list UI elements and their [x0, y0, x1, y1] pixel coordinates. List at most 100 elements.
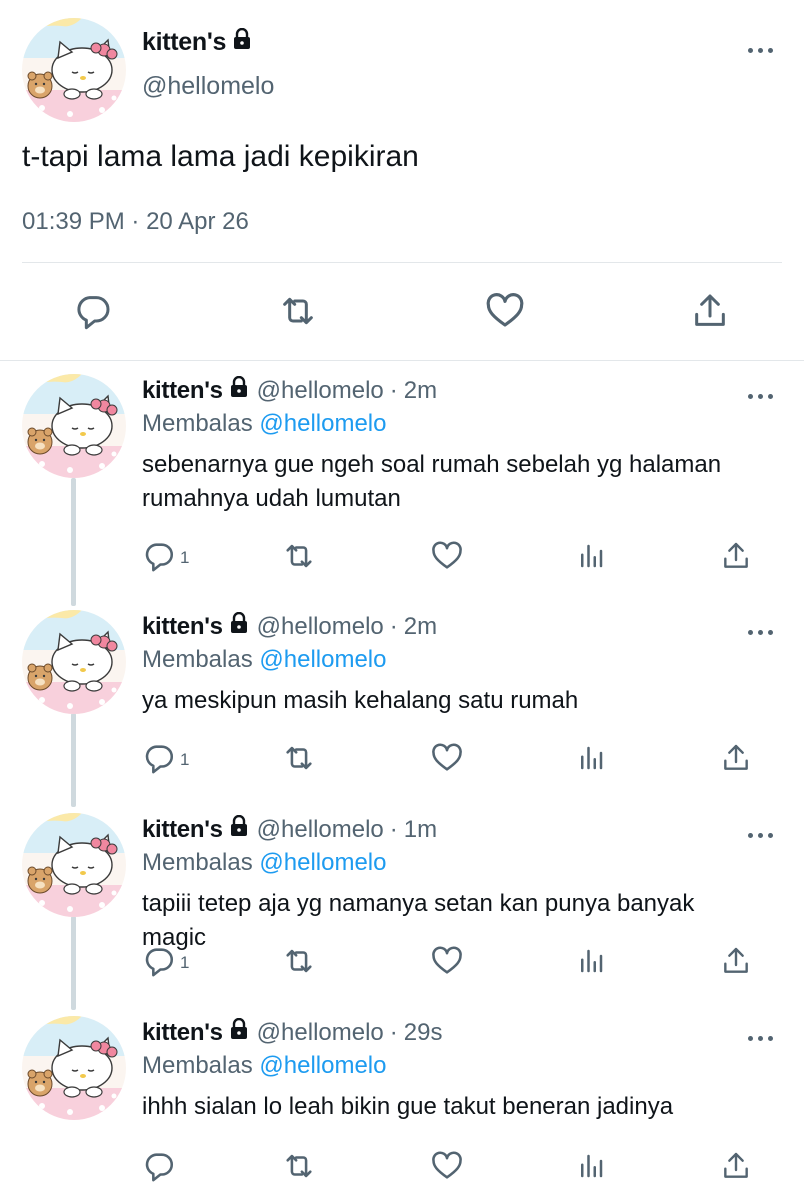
- reply-time[interactable]: 2m: [404, 377, 437, 405]
- reply-button[interactable]: [142, 1148, 180, 1188]
- reply-tweet[interactable]: kitten's @hellomelo · 29s Membalas @hell…: [0, 1006, 804, 1200]
- reply-tweet[interactable]: kitten's @hellomelo · 2m Membalas @hello…: [0, 364, 804, 604]
- reply-button[interactable]: 1: [142, 538, 189, 578]
- handle[interactable]: @hellomelo: [257, 377, 384, 405]
- analytics-button[interactable]: [576, 740, 606, 780]
- display-name-text[interactable]: kitten's: [142, 28, 226, 57]
- reply-tweet[interactable]: kitten's @hellomelo · 2m Membalas @hello…: [0, 600, 804, 808]
- replying-to: Membalas @hellomelo: [142, 1052, 386, 1080]
- reply-time[interactable]: 1m: [404, 816, 437, 844]
- more-icon[interactable]: [748, 386, 773, 404]
- analytics-button[interactable]: [576, 1148, 606, 1188]
- share-button[interactable]: [720, 943, 752, 983]
- like-button[interactable]: [430, 943, 464, 983]
- replying-to: Membalas @hellomelo: [142, 646, 386, 674]
- avatar[interactable]: [22, 813, 126, 917]
- display-name[interactable]: kitten's: [142, 377, 223, 405]
- like-button[interactable]: [478, 286, 532, 340]
- display-name[interactable]: kitten's: [142, 613, 223, 641]
- reply-button[interactable]: 1: [142, 740, 189, 780]
- lock-icon: [232, 28, 252, 57]
- reply-button[interactable]: 1: [142, 943, 189, 983]
- handle[interactable]: @hellomelo: [257, 1019, 384, 1047]
- reply-icon: [142, 1149, 176, 1188]
- lock-icon: [229, 1018, 249, 1047]
- share-button[interactable]: [720, 538, 752, 578]
- meta-separator: ·: [389, 612, 398, 640]
- tweet-timestamp[interactable]: 01:39 PM · 20 Apr 26: [22, 208, 249, 236]
- reply-count: 1: [180, 548, 190, 567]
- avatar[interactable]: [22, 374, 126, 478]
- divider: [0, 360, 804, 361]
- analytics-button[interactable]: [576, 538, 606, 578]
- like-icon: [430, 944, 464, 983]
- retweet-icon: [282, 539, 316, 578]
- mention-link[interactable]: @hellomelo: [259, 646, 386, 673]
- reply-time[interactable]: 29s: [404, 1019, 443, 1047]
- retweet-icon: [278, 291, 318, 336]
- replying-to: Membalas @hellomelo: [142, 849, 386, 877]
- retweet-button[interactable]: [282, 538, 316, 578]
- retweet-button[interactable]: [282, 943, 316, 983]
- reply-text: ihhh sialan lo leah bikin gue takut bene…: [142, 1093, 674, 1120]
- retweet-button[interactable]: [282, 740, 316, 780]
- avatar[interactable]: [22, 610, 126, 714]
- tweet-text: t-tapi lama lama jadi kepikiran: [22, 140, 419, 173]
- reply-header: kitten's @hellomelo · 2m: [142, 376, 437, 405]
- lock-icon: [229, 376, 249, 405]
- reply-time[interactable]: 2m: [404, 613, 437, 641]
- handle[interactable]: @hellomelo: [142, 72, 274, 101]
- reply-header: kitten's @hellomelo · 29s: [142, 1018, 442, 1047]
- tweet-actions: [0, 286, 804, 340]
- tweet-date: 20 Apr 26: [146, 208, 249, 235]
- display-name[interactable]: kitten's: [142, 816, 223, 844]
- mention-link[interactable]: @hellomelo: [259, 1052, 386, 1079]
- analytics-icon: [576, 541, 606, 576]
- reply-count: 1: [180, 750, 190, 769]
- avatar[interactable]: [22, 18, 126, 122]
- share-button[interactable]: [720, 740, 752, 780]
- share-icon: [690, 291, 730, 336]
- meta-separator: ·: [389, 815, 398, 843]
- reply-actions: 1: [130, 538, 790, 578]
- retweet-button[interactable]: [271, 286, 325, 340]
- more-icon[interactable]: [748, 1028, 773, 1046]
- more-icon[interactable]: [748, 825, 773, 843]
- reply-text: sebenarnya gue ngeh soal rumah sebelah y…: [142, 451, 722, 512]
- replying-to: Membalas @hellomelo: [142, 410, 386, 438]
- reply-header: kitten's @hellomelo · 1m: [142, 815, 437, 844]
- retweet-button[interactable]: [282, 1148, 316, 1188]
- like-button[interactable]: [430, 1148, 464, 1188]
- mention-link[interactable]: @hellomelo: [259, 410, 386, 437]
- reply-button[interactable]: [66, 286, 120, 340]
- share-icon: [720, 742, 752, 779]
- reply-tweet[interactable]: kitten's @hellomelo · 1m Membalas @hello…: [0, 803, 804, 1011]
- retweet-icon: [282, 944, 316, 983]
- share-icon: [720, 540, 752, 577]
- replying-prefix: Membalas: [142, 1052, 253, 1079]
- avatar[interactable]: [22, 1016, 126, 1120]
- handle[interactable]: @hellomelo: [257, 613, 384, 641]
- like-button[interactable]: [430, 538, 464, 578]
- handle[interactable]: @hellomelo: [257, 816, 384, 844]
- lock-icon: [229, 612, 249, 641]
- analytics-icon: [576, 946, 606, 981]
- display-name[interactable]: kitten's: [142, 28, 252, 57]
- more-icon[interactable]: [748, 40, 773, 58]
- retweet-icon: [282, 1149, 316, 1188]
- more-icon[interactable]: [748, 622, 773, 640]
- share-button[interactable]: [683, 286, 737, 340]
- reply-icon: [142, 539, 176, 578]
- display-name[interactable]: kitten's: [142, 1019, 223, 1047]
- reply-icon: [142, 741, 176, 780]
- reply-text: ya meskipun masih kehalang satu rumah: [142, 687, 579, 714]
- analytics-button[interactable]: [576, 943, 606, 983]
- divider: [22, 262, 782, 263]
- mention-link[interactable]: @hellomelo: [259, 849, 386, 876]
- share-icon: [720, 1150, 752, 1187]
- share-button[interactable]: [720, 1148, 752, 1188]
- like-icon: [484, 290, 526, 337]
- analytics-icon: [576, 743, 606, 778]
- like-button[interactable]: [430, 740, 464, 780]
- share-icon: [720, 945, 752, 982]
